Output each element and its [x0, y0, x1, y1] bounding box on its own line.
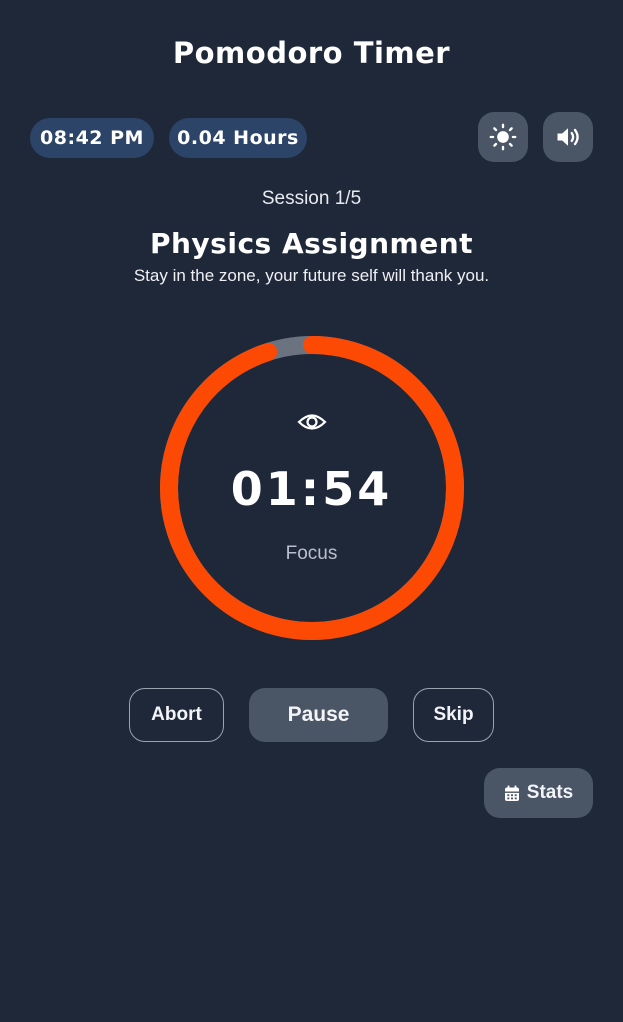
- timer-mode-label: Focus: [285, 543, 338, 564]
- stats-label: Stats: [526, 782, 574, 803]
- app-title: Pomodoro Timer: [172, 36, 451, 70]
- session-counter: Session 1/5: [261, 188, 362, 209]
- motivational-quote: Stay in the zone, your future self will …: [133, 266, 490, 285]
- abort-button[interactable]: Abort: [129, 688, 224, 742]
- focus-hours-badge: 0.04 Hours: [169, 118, 307, 158]
- eye-icon[interactable]: [297, 410, 327, 434]
- skip-button[interactable]: Skip: [413, 688, 494, 742]
- sound-toggle-button[interactable]: [543, 112, 593, 162]
- theme-toggle-button[interactable]: [478, 112, 528, 162]
- pause-button[interactable]: Pause: [249, 688, 388, 742]
- task-title: Physics Assignment: [149, 227, 474, 260]
- calendar-icon: [504, 785, 519, 801]
- sun-icon: [489, 123, 517, 151]
- stats-button[interactable]: Stats: [484, 768, 593, 818]
- timer-countdown: 01:54: [230, 462, 393, 516]
- current-time-badge: 08:42 PM: [30, 118, 154, 158]
- speaker-volume-icon: [557, 128, 579, 146]
